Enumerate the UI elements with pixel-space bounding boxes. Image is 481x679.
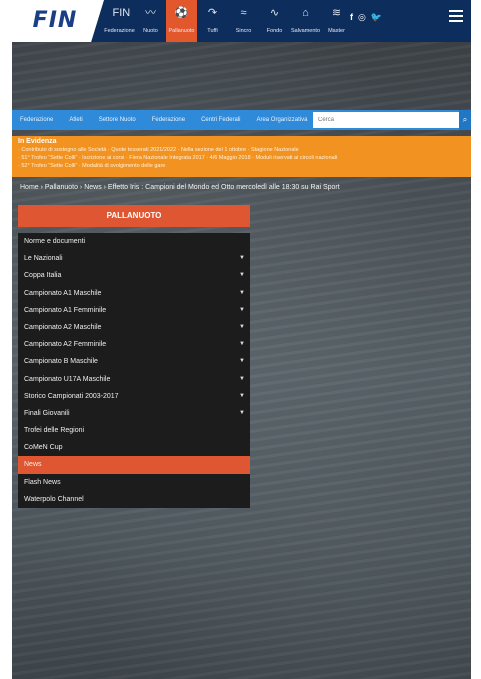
nav-item-area-organizzativa[interactable]: Area Organizzativa [248, 117, 307, 124]
news-title: In Evidenza [18, 138, 57, 145]
sidebar-item-label: Campionato A2 Femminile [24, 341, 107, 349]
news-highlights: In Evidenza · Contributo di sostegno all… [12, 136, 471, 177]
sport-tab[interactable]: ↷ Tuffi [197, 0, 228, 42]
menu-icon[interactable] [449, 10, 463, 22]
chevron-down-icon[interactable]: ▼ [239, 250, 245, 267]
sport-tab[interactable]: ≈ Sincro [228, 0, 259, 42]
nav-item-atleti[interactable]: Atleti [61, 117, 90, 124]
sidebar-item[interactable]: Campionato B Maschile ▼ [18, 353, 250, 370]
nav-item-centri-federali[interactable]: Centri Federali [193, 117, 248, 124]
fin-logo[interactable]: FIN [30, 6, 80, 34]
sidebar-item-label: Finali Giovanili [24, 409, 70, 417]
sidebar-menu: Norme e documenti Le Nazionali ▼ Coppa Ital… [18, 233, 250, 508]
masters-icon: ≋ [331, 7, 342, 19]
sport-tab[interactable]: ≋ Master [321, 0, 352, 42]
chevron-down-icon[interactable]: ▼ [239, 267, 245, 284]
logo-container[interactable]: FIN [12, 0, 104, 42]
search-icon[interactable]: ⌕ [459, 110, 471, 130]
chevron-down-icon[interactable]: ▼ [239, 302, 245, 319]
sidebar-item[interactable]: News [18, 456, 250, 474]
sidebar-item-label: CoMeN Cup [24, 444, 63, 452]
sidebar-item-label: News [24, 461, 42, 469]
chevron-down-icon[interactable]: ▼ [239, 405, 245, 422]
sidebar-item[interactable]: Storico Campionati 2003-2017 ▼ [18, 388, 250, 405]
synchro-icon: ≈ [240, 7, 247, 19]
sidebar-item[interactable]: Finali Giovanili ▼ [18, 405, 250, 422]
chevron-down-icon[interactable]: ▼ [239, 319, 245, 336]
facebook-icon[interactable]: f [350, 12, 353, 23]
chevron-down-icon[interactable]: ▼ [239, 371, 245, 388]
sidebar-item-label: Coppa Italia [24, 272, 62, 280]
sidebar-item[interactable]: CoMeN Cup [18, 439, 250, 456]
sidebar-item-label: Trofei delle Regioni [24, 427, 85, 435]
sport-tab[interactable]: ∿ Fondo [259, 0, 290, 42]
social-links: f ◎ 🐦 [350, 12, 382, 23]
sidebar-item[interactable]: Waterpolo Channel [18, 491, 250, 508]
sidebar-item-label: Storico Campionati 2003-2017 [24, 392, 119, 400]
sidebar-item[interactable]: Le Nazionali ▼ [18, 250, 250, 267]
sport-tab[interactable]: FIN Federazione [104, 0, 135, 42]
sport-tab-label: Federazione [104, 28, 135, 34]
sidebar-item[interactable]: Norme e documenti [18, 233, 250, 250]
sport-tab[interactable]: ⚽ Pallanuoto [166, 0, 197, 42]
news-line[interactable]: · Contributo di sostegno alle Società · … [18, 147, 465, 153]
top-header: FIN FIN Federazione 〰 Nuoto ⚽ Pallanuoto ↷ Tuff… [12, 0, 471, 42]
sport-tab-label: Nuoto [143, 28, 158, 34]
sidebar-item-label: Waterpolo Channel [24, 495, 84, 503]
news-line[interactable]: · 51° Trofeo "Sette Colli" · Iscrizione … [18, 155, 465, 161]
sport-tab-label: Pallanuoto [168, 28, 195, 34]
sidebar-item-label: Campionato A2 Maschile [24, 323, 102, 331]
sidebar-item[interactable]: Campionato A2 Maschile ▼ [18, 319, 250, 336]
twitter-icon[interactable]: 🐦 [371, 12, 382, 23]
sidebar-title: PALLANUOTO [18, 205, 250, 227]
sport-tab[interactable]: ⌂ Salvamento [290, 0, 321, 42]
page: FIN FIN Federazione 〰 Nuoto ⚽ Pallanuoto ↷ Tuff… [12, 0, 471, 679]
sport-nav: FIN Federazione 〰 Nuoto ⚽ Pallanuoto ↷ Tuffi ≈ Si… [104, 0, 352, 42]
diving-icon: ↷ [207, 7, 218, 19]
sidebar-item[interactable]: Coppa Italia ▼ [18, 267, 250, 284]
sidebar-item[interactable]: Trofei delle Regioni [18, 422, 250, 439]
federation-icon: FIN [112, 7, 131, 19]
breadcrumb[interactable]: Home › Pallanuoto › News › Effetto Iris … [20, 184, 340, 191]
sport-tab-label: Tuffi [207, 28, 218, 34]
waterpolo-icon: ⚽ [174, 7, 189, 19]
sidebar-item-label: Norme e documenti [24, 238, 86, 245]
sport-tab[interactable]: 〰 Nuoto [135, 0, 166, 42]
search-input[interactable] [313, 112, 459, 128]
main-nav: Federazione Atleti Settore Nuoto Federaz… [12, 110, 471, 130]
nav-item-federazione[interactable]: Federazione [12, 117, 61, 124]
news-line[interactable]: · 52° Trofeo "Sette Colli" · Modalità di… [18, 163, 465, 169]
chevron-down-icon[interactable]: ▼ [239, 353, 245, 370]
sidebar-item-label: Campionato A1 Femminile [24, 306, 107, 314]
sidebar-item-label: Flash News [24, 478, 61, 486]
sport-tab-label: Master [328, 28, 345, 34]
sidebar-item-label: Le Nazionali [24, 255, 63, 263]
chevron-down-icon[interactable]: ▼ [239, 285, 245, 302]
sidebar-item[interactable]: Flash News [18, 474, 250, 491]
swim-icon: 〰 [145, 7, 156, 19]
instagram-icon[interactable]: ◎ [358, 12, 366, 23]
sport-tab-label: Sincro [235, 28, 252, 34]
sidebar-item[interactable]: Campionato A1 Maschile ▼ [18, 285, 250, 302]
sport-tab-label: Fondo [266, 28, 283, 34]
nav-item-federazione-2[interactable]: Federazione [144, 117, 193, 124]
chevron-down-icon[interactable]: ▼ [239, 336, 245, 353]
sport-tab-label: Salvamento [290, 28, 321, 34]
sidebar-item-label: Campionato A1 Maschile [24, 289, 102, 297]
chevron-down-icon[interactable]: ▼ [239, 388, 245, 405]
sidebar-item-label: Campionato B Maschile [24, 358, 98, 366]
sidebar-item[interactable]: Campionato U17A Maschile ▼ [18, 371, 250, 388]
sidebar-item[interactable]: Campionato A2 Femminile ▼ [18, 336, 250, 353]
openwater-icon: ∿ [269, 7, 280, 19]
nav-item-settore-nuoto[interactable]: Settore Nuoto [91, 117, 144, 124]
sidebar-item-label: Campionato U17A Maschile [24, 375, 111, 383]
sidebar-item[interactable]: Campionato A1 Femminile ▼ [18, 302, 250, 319]
lifesaving-icon: ⌂ [302, 7, 309, 19]
